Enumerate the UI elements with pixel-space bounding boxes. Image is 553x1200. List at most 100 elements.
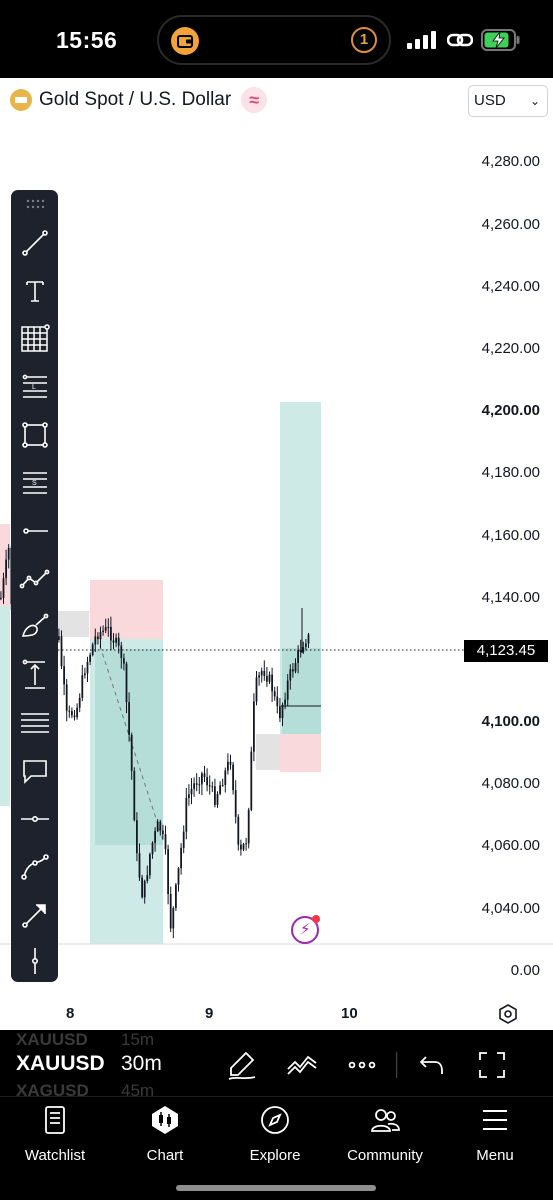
link-icon [447, 33, 473, 47]
candle-body [156, 821, 159, 832]
interval-picker-option[interactable]: 45m [121, 1081, 154, 1096]
candle-body [130, 734, 133, 771]
short-zone-2[interactable] [280, 734, 321, 772]
candle-body [268, 674, 271, 682]
current-interval[interactable]: 30m [121, 1052, 162, 1076]
status-time: 15:56 [56, 27, 118, 53]
price-label: 4,280.00 [481, 153, 540, 170]
candle-body [302, 647, 305, 653]
candle-body [175, 884, 177, 909]
arrow-icon[interactable] [16, 896, 53, 933]
candle-body [266, 676, 268, 682]
candle-body [263, 670, 266, 677]
chart-icon [152, 1106, 178, 1134]
candle-body [292, 669, 294, 672]
candle-body [299, 649, 302, 653]
symbol-interval-bar[interactable]: XAUUSD 15m XAUUSD 30m XAGUSD 45m [0, 1030, 553, 1096]
symbol-picker-option[interactable]: XAUUSD [16, 1030, 88, 1050]
current-symbol[interactable]: XAUUSD [16, 1052, 105, 1076]
horizontal-ray-icon[interactable] [16, 512, 53, 549]
candle-body [180, 847, 182, 869]
symbol-header[interactable]: Gold Spot / U.S. Dollar ≈ [10, 87, 268, 113]
candle-body [65, 684, 68, 711]
undo-icon[interactable] [416, 1049, 448, 1081]
price-label: 4,240.00 [481, 278, 540, 295]
comment-icon[interactable] [16, 752, 53, 789]
tab-explore[interactable]: Explore [220, 1105, 330, 1165]
fib-levels-icon[interactable]: L [16, 368, 53, 405]
more-icon[interactable] [346, 1049, 378, 1081]
drawing-toolbar[interactable]: L S [11, 190, 58, 982]
candle-body [58, 636, 60, 640]
candle-body [305, 643, 307, 648]
text-icon[interactable] [16, 272, 53, 309]
candle-body [276, 696, 279, 707]
trend-line-icon[interactable] [16, 224, 53, 261]
symbol-picker-option[interactable]: XAGUSD [16, 1081, 89, 1096]
battery-charging-icon [481, 29, 520, 51]
indicators-icon[interactable] [286, 1049, 318, 1081]
candle-body [154, 831, 156, 843]
candle-body [68, 710, 71, 712]
candle-body [146, 875, 149, 881]
candle-body [162, 830, 164, 835]
drawing-pen-icon[interactable] [226, 1049, 258, 1081]
path-icon[interactable] [16, 848, 53, 885]
candle-body [159, 821, 162, 831]
candle-body [219, 785, 221, 794]
brush-icon[interactable] [16, 608, 53, 645]
price-label: 0.00 [510, 962, 540, 979]
chart-settings-icon[interactable] [497, 1003, 519, 1025]
candle-body [221, 784, 224, 786]
candle-body [250, 751, 253, 810]
lightning-icon[interactable]: ⚡ [291, 915, 320, 944]
gann-grid-icon[interactable] [16, 320, 53, 357]
svg-text:S: S [32, 480, 37, 487]
candle-body [284, 699, 286, 705]
horizontal-line-icon[interactable] [16, 800, 53, 837]
candle-body [167, 849, 169, 895]
toolbar-divider [396, 1052, 398, 1078]
wallet-icon [171, 27, 199, 55]
bolt-icon: ⚡ [300, 921, 311, 938]
candle-body [227, 761, 229, 771]
time-label: 9 [205, 1005, 214, 1022]
bottom-tab-bar[interactable]: Watchlist Chart Explore Community Menu [0, 1096, 553, 1200]
candle-body [104, 627, 107, 631]
fib-extension-icon[interactable]: S [16, 464, 53, 501]
grey-zone-1[interactable] [58, 611, 89, 637]
drag-grip-icon[interactable] [25, 199, 45, 209]
candle-body [136, 820, 138, 854]
interval-picker-option[interactable]: 15m [121, 1030, 154, 1050]
tab-menu[interactable]: Menu [440, 1105, 550, 1165]
candle-body [286, 680, 289, 700]
pattern-icon[interactable] [16, 560, 53, 597]
tab-label: Chart [146, 1147, 184, 1164]
chart-canvas[interactable] [0, 78, 553, 1030]
tab-watchlist[interactable]: Watchlist [0, 1105, 110, 1165]
tab-chart[interactable]: Chart [110, 1105, 220, 1165]
chart-area[interactable]: Gold Spot / U.S. Dollar ≈ USD ⌄ 4,280.00… [0, 78, 553, 1030]
grey-zone-2[interactable] [256, 734, 280, 770]
candle-body [177, 868, 180, 885]
currency-select[interactable]: USD ⌄ [468, 85, 548, 117]
dynamic-island[interactable]: 1 [157, 15, 391, 65]
candle-body [190, 788, 193, 795]
parallel-channel-icon[interactable] [16, 704, 53, 741]
candle-body [172, 908, 175, 929]
candle-body [224, 770, 227, 785]
long-zone-1-inner[interactable] [95, 649, 163, 845]
candle-body [273, 691, 276, 697]
chevron-down-icon: ⌄ [529, 94, 540, 108]
rectangle-icon[interactable] [16, 416, 53, 453]
fullscreen-icon[interactable] [476, 1049, 508, 1081]
time-label: 8 [66, 1005, 75, 1022]
tab-community[interactable]: Community [330, 1105, 440, 1165]
candle-body [60, 636, 63, 667]
vertical-line-icon[interactable] [16, 942, 53, 979]
measure-icon[interactable] [16, 656, 53, 693]
tab-label: Explore [249, 1147, 301, 1164]
candle-body [294, 663, 297, 672]
long-zone-left[interactable] [0, 606, 10, 806]
wave-icon[interactable]: ≈ [241, 87, 268, 113]
